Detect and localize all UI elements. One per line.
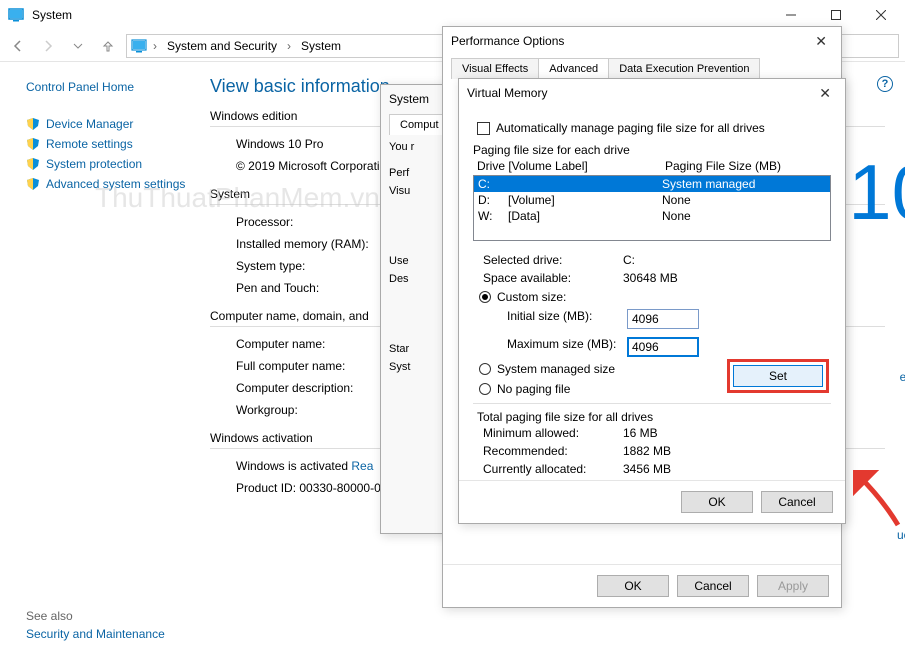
cancel-button[interactable]: Cancel xyxy=(761,491,833,513)
tab-visual-effects[interactable]: Visual Effects xyxy=(451,58,539,79)
apply-button[interactable]: Apply xyxy=(757,575,829,597)
recommended-label: Recommended: xyxy=(483,444,623,458)
highlight-annotation: Set xyxy=(727,359,829,393)
recommended-value: 1882 MB xyxy=(623,444,671,458)
back-button[interactable] xyxy=(6,34,30,58)
close-button[interactable] xyxy=(858,1,903,29)
dialog-title: System xyxy=(389,92,429,106)
tab-dep[interactable]: Data Execution Prevention xyxy=(608,58,760,79)
set-button[interactable]: Set xyxy=(733,365,823,387)
sidebar-system-protection[interactable]: System protection xyxy=(26,154,202,174)
drive-row[interactable]: C: System managed xyxy=(474,176,830,192)
tab-advanced[interactable]: Advanced xyxy=(538,58,609,79)
ok-button[interactable]: OK xyxy=(681,491,753,513)
virtual-memory-dialog: Virtual Memory ✕ Automatically manage pa… xyxy=(458,78,846,524)
initial-size-input[interactable] xyxy=(627,309,699,329)
minimize-button[interactable] xyxy=(768,1,813,29)
radio-icon xyxy=(479,383,491,395)
change-settings-link[interactable]: ettings xyxy=(900,370,905,384)
minimum-allowed-value: 16 MB xyxy=(623,426,658,440)
maximum-size-label: Maximum size (MB): xyxy=(507,337,627,357)
selected-drive-label: Selected drive: xyxy=(483,253,623,267)
close-icon[interactable]: ✕ xyxy=(809,33,833,50)
maximize-button[interactable] xyxy=(813,1,858,29)
sidebar-device-manager[interactable]: Device Manager xyxy=(26,114,202,134)
sidebar-remote-settings[interactable]: Remote settings xyxy=(26,134,202,154)
up-button[interactable] xyxy=(96,34,120,58)
see-also-label: See also xyxy=(26,609,73,623)
watermark: ThuThuatPhanMem.vn xyxy=(95,182,380,214)
change-product-key-link[interactable]: uct key xyxy=(897,528,905,542)
system-icon xyxy=(131,38,147,54)
currently-allocated-value: 3456 MB xyxy=(623,462,671,476)
selected-drive-value: C: xyxy=(623,253,635,267)
paging-file-size-label: Paging file size for each drive xyxy=(473,143,831,157)
control-panel-home-link[interactable]: Control Panel Home xyxy=(26,80,202,94)
total-paging-label: Total paging file size for all drives xyxy=(473,410,831,424)
sidebar: Control Panel Home Device Manager Remote… xyxy=(0,62,210,507)
history-dropdown[interactable] xyxy=(66,34,90,58)
maximum-size-input[interactable] xyxy=(627,337,699,357)
dialog-title: Performance Options xyxy=(451,34,564,48)
drive-row[interactable]: D: [Volume] None xyxy=(474,192,830,208)
shield-icon xyxy=(26,157,40,171)
radio-icon xyxy=(479,291,491,303)
close-icon[interactable]: ✕ xyxy=(813,85,837,102)
radio-icon xyxy=(479,363,491,375)
chevron-right-icon: › xyxy=(285,39,293,53)
window-title: System xyxy=(30,8,768,22)
read-license-link[interactable]: Rea xyxy=(351,459,373,473)
initial-size-label: Initial size (MB): xyxy=(507,309,627,329)
tab-computer-name[interactable]: Comput xyxy=(389,114,450,135)
shield-icon xyxy=(26,177,40,191)
minimum-allowed-label: Minimum allowed: xyxy=(483,426,623,440)
drive-row[interactable]: W: [Data] None xyxy=(474,208,830,224)
currently-allocated-label: Currently allocated: xyxy=(483,462,623,476)
drive-column-header: Drive [Volume Label] xyxy=(477,159,665,173)
breadcrumb-segment[interactable]: System xyxy=(297,38,345,54)
cancel-button[interactable]: Cancel xyxy=(677,575,749,597)
ok-button[interactable]: OK xyxy=(597,575,669,597)
checkbox-icon xyxy=(477,122,490,135)
drive-list[interactable]: C: System managed D: [Volume] None W: [D… xyxy=(473,175,831,241)
breadcrumb-segment[interactable]: System and Security xyxy=(163,38,281,54)
size-column-header: Paging File Size (MB) xyxy=(665,159,781,173)
system-icon xyxy=(8,7,24,23)
auto-manage-checkbox[interactable]: Automatically manage paging file size fo… xyxy=(477,121,831,135)
security-maintenance-link[interactable]: Security and Maintenance xyxy=(26,627,165,641)
chevron-right-icon: › xyxy=(151,39,159,53)
space-available-value: 30648 MB xyxy=(623,271,678,285)
windows-10-logo-text: 10 xyxy=(848,147,905,238)
dialog-title: Virtual Memory xyxy=(467,86,547,100)
forward-button[interactable] xyxy=(36,34,60,58)
shield-icon xyxy=(26,117,40,131)
shield-icon xyxy=(26,137,40,151)
custom-size-radio[interactable]: Custom size: xyxy=(473,287,831,307)
space-available-label: Space available: xyxy=(483,271,623,285)
